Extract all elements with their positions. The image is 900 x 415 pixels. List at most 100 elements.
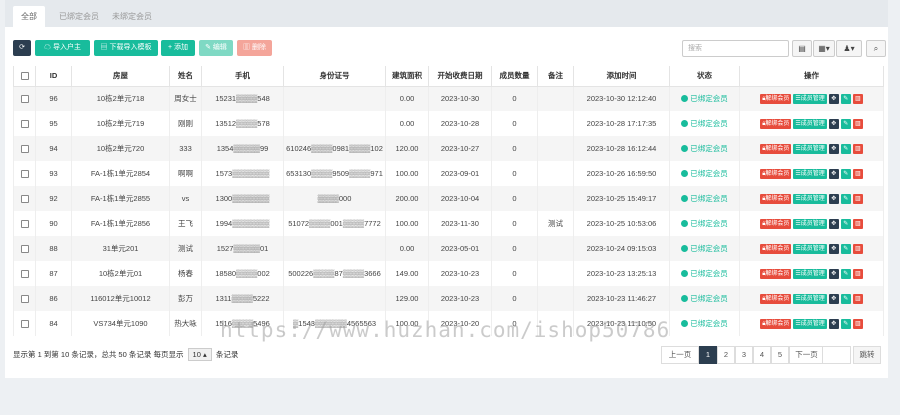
row-checkbox-cell[interactable] bbox=[13, 186, 36, 211]
row-checkbox-cell[interactable] bbox=[13, 311, 36, 336]
edit-row-button[interactable]: ✎ bbox=[840, 244, 851, 254]
col-id[interactable]: ID bbox=[35, 66, 72, 87]
member-manage-button[interactable]: ☰成员管理 bbox=[793, 319, 827, 329]
row-checkbox[interactable] bbox=[20, 195, 29, 203]
member-manage-button[interactable]: ☰成员管理 bbox=[793, 244, 827, 254]
member-manage-button[interactable]: ☰成员管理 bbox=[793, 169, 827, 179]
member-manage-button[interactable]: ☰成员管理 bbox=[793, 144, 827, 154]
delete-row-button[interactable]: ▥ bbox=[852, 169, 863, 179]
page-5-button[interactable]: 5 bbox=[771, 346, 789, 364]
move-button[interactable]: ✥ bbox=[828, 294, 839, 304]
tab-all[interactable]: 全部 bbox=[13, 6, 45, 27]
unbind-member-button[interactable]: 🔒︎解绑会员 bbox=[760, 144, 792, 154]
delete-row-button[interactable]: ▥ bbox=[852, 144, 863, 154]
page-3-button[interactable]: 3 bbox=[735, 346, 753, 364]
table-row[interactable]: 87 10栋2单元01 杨春 18580▒▒▒▒002 500226▒▒▒▒87▒▒▒▒… bbox=[13, 261, 884, 286]
row-checkbox-cell[interactable] bbox=[13, 161, 36, 186]
row-checkbox-cell[interactable] bbox=[13, 286, 36, 311]
move-button[interactable]: ✥ bbox=[828, 94, 839, 105]
move-button[interactable]: ✥ bbox=[828, 144, 839, 154]
edit-row-button[interactable]: ✎ bbox=[840, 169, 851, 179]
row-checkbox[interactable] bbox=[20, 95, 29, 104]
delete-row-button[interactable]: ▥ bbox=[852, 269, 863, 279]
edit-row-button[interactable]: ✎ bbox=[840, 194, 851, 204]
delete-row-button[interactable]: ▥ bbox=[852, 194, 863, 204]
edit-row-button[interactable]: ✎ bbox=[840, 219, 851, 229]
page-1-button[interactable]: 1 bbox=[699, 346, 717, 364]
jump-button[interactable]: 跳转 bbox=[853, 346, 881, 364]
columns-button[interactable]: ▦▾ bbox=[813, 40, 835, 57]
download-template-button[interactable]: ▤ 下载导入模板 bbox=[94, 40, 158, 56]
page-4-button[interactable]: 4 bbox=[753, 346, 771, 364]
delete-row-button[interactable]: ▥ bbox=[852, 319, 863, 329]
move-button[interactable]: ✥ bbox=[828, 194, 839, 204]
row-checkbox[interactable] bbox=[20, 245, 29, 253]
edit-row-button[interactable]: ✎ bbox=[840, 119, 851, 129]
col-status[interactable]: 状态 bbox=[669, 66, 740, 87]
row-checkbox-cell[interactable] bbox=[13, 211, 36, 236]
row-checkbox[interactable] bbox=[20, 270, 29, 278]
select-all-checkbox[interactable] bbox=[20, 72, 29, 81]
col-area[interactable]: 建筑面积 bbox=[385, 66, 429, 87]
next-page-button[interactable]: 下一页 bbox=[789, 346, 824, 364]
row-checkbox[interactable] bbox=[20, 170, 29, 178]
delete-row-button[interactable]: ▥ bbox=[852, 119, 863, 129]
delete-row-button[interactable]: ▥ bbox=[852, 294, 863, 304]
table-row[interactable]: 88 31单元201 测试 1527▒▒▒▒▒01 0.00 2023-05-01 0 202… bbox=[13, 236, 884, 261]
advanced-search-button[interactable]: ⌕ bbox=[866, 40, 886, 57]
table-row[interactable]: 94 10栋2单元720 333 1354▒▒▒▒▒99 610246▒▒▒▒0981▒… bbox=[13, 136, 884, 161]
add-button[interactable]: + 添加 bbox=[161, 40, 195, 56]
col-start-date[interactable]: 开始收费日期 bbox=[428, 66, 492, 87]
delete-row-button[interactable]: ▥ bbox=[852, 94, 863, 105]
unbind-member-button[interactable]: 🔒︎解绑会员 bbox=[760, 319, 792, 329]
prev-page-button[interactable]: 上一页 bbox=[661, 346, 699, 364]
select-all-checkbox-cell[interactable] bbox=[13, 66, 36, 87]
row-checkbox[interactable] bbox=[20, 120, 29, 128]
member-manage-button[interactable]: ☰成员管理 bbox=[793, 119, 827, 129]
member-manage-button[interactable]: ☰成员管理 bbox=[793, 94, 827, 105]
edit-row-button[interactable]: ✎ bbox=[840, 319, 851, 329]
table-row[interactable]: 86 116012单元10012 彭万 1311▒▒▒▒5222 129.00 2023-… bbox=[13, 286, 884, 311]
move-button[interactable]: ✥ bbox=[828, 244, 839, 254]
row-checkbox-cell[interactable] bbox=[13, 261, 36, 286]
edit-row-button[interactable]: ✎ bbox=[840, 94, 851, 105]
table-row[interactable]: 96 10栋2单元718 周女士 15231▒▒▒▒548 0.00 2023-10-30… bbox=[13, 86, 884, 111]
unbind-member-button[interactable]: 🔒︎解绑会员 bbox=[760, 119, 792, 129]
edit-row-button[interactable]: ✎ bbox=[840, 144, 851, 154]
edit-row-button[interactable]: ✎ bbox=[840, 269, 851, 279]
delete-button[interactable]: ▥ 删除 bbox=[237, 40, 272, 56]
tab-bound[interactable]: 已绑定会员 bbox=[51, 6, 107, 27]
col-phone[interactable]: 手机 bbox=[201, 66, 284, 87]
member-manage-button[interactable]: ☰成员管理 bbox=[793, 194, 827, 204]
unbind-member-button[interactable]: 🔒︎解绑会员 bbox=[760, 294, 792, 304]
unbind-member-button[interactable]: 🔒︎解绑会员 bbox=[760, 94, 792, 105]
unbind-member-button[interactable]: 🔒︎解绑会员 bbox=[760, 219, 792, 229]
move-button[interactable]: ✥ bbox=[828, 169, 839, 179]
move-button[interactable]: ✥ bbox=[828, 269, 839, 279]
toggle-view-button[interactable]: ▤ bbox=[792, 40, 812, 57]
member-manage-button[interactable]: ☰成员管理 bbox=[793, 294, 827, 304]
col-members[interactable]: 成员数量 bbox=[491, 66, 538, 87]
refresh-button[interactable]: ⟳ bbox=[13, 40, 31, 56]
table-row[interactable]: 90 FA-1栋1单元2856 王飞 1994▒▒▒▒▒▒▒ 51072▒▒▒▒001▒… bbox=[13, 211, 884, 236]
delete-row-button[interactable]: ▥ bbox=[852, 219, 863, 229]
page-size-select[interactable]: 10 ▴ bbox=[187, 348, 212, 361]
col-idcard[interactable]: 身份证号 bbox=[283, 66, 386, 87]
unbind-member-button[interactable]: 🔒︎解绑会员 bbox=[760, 194, 792, 204]
table-row[interactable]: 95 10栋2单元719 刚刚 13512▒▒▒▒578 0.00 2023-10-28 0… bbox=[13, 111, 884, 136]
col-note[interactable]: 备注 bbox=[537, 66, 574, 87]
table-row[interactable]: 93 FA-1栋1单元2854 啊啊 1573▒▒▒▒▒▒▒ 653130▒▒▒▒950… bbox=[13, 161, 884, 186]
search-input[interactable]: 搜索 bbox=[682, 40, 789, 57]
row-checkbox-cell[interactable] bbox=[13, 236, 36, 261]
edit-button[interactable]: ✎ 编辑 bbox=[199, 40, 233, 56]
row-checkbox[interactable] bbox=[20, 220, 29, 228]
edit-row-button[interactable]: ✎ bbox=[840, 294, 851, 304]
member-manage-button[interactable]: ☰成员管理 bbox=[793, 269, 827, 279]
move-button[interactable]: ✥ bbox=[828, 319, 839, 329]
row-checkbox-cell[interactable] bbox=[13, 136, 36, 161]
row-checkbox-cell[interactable] bbox=[13, 86, 36, 111]
member-manage-button[interactable]: ☰成员管理 bbox=[793, 219, 827, 229]
row-checkbox-cell[interactable] bbox=[13, 111, 36, 136]
col-name[interactable]: 姓名 bbox=[169, 66, 202, 87]
jump-page-input[interactable] bbox=[822, 346, 851, 364]
